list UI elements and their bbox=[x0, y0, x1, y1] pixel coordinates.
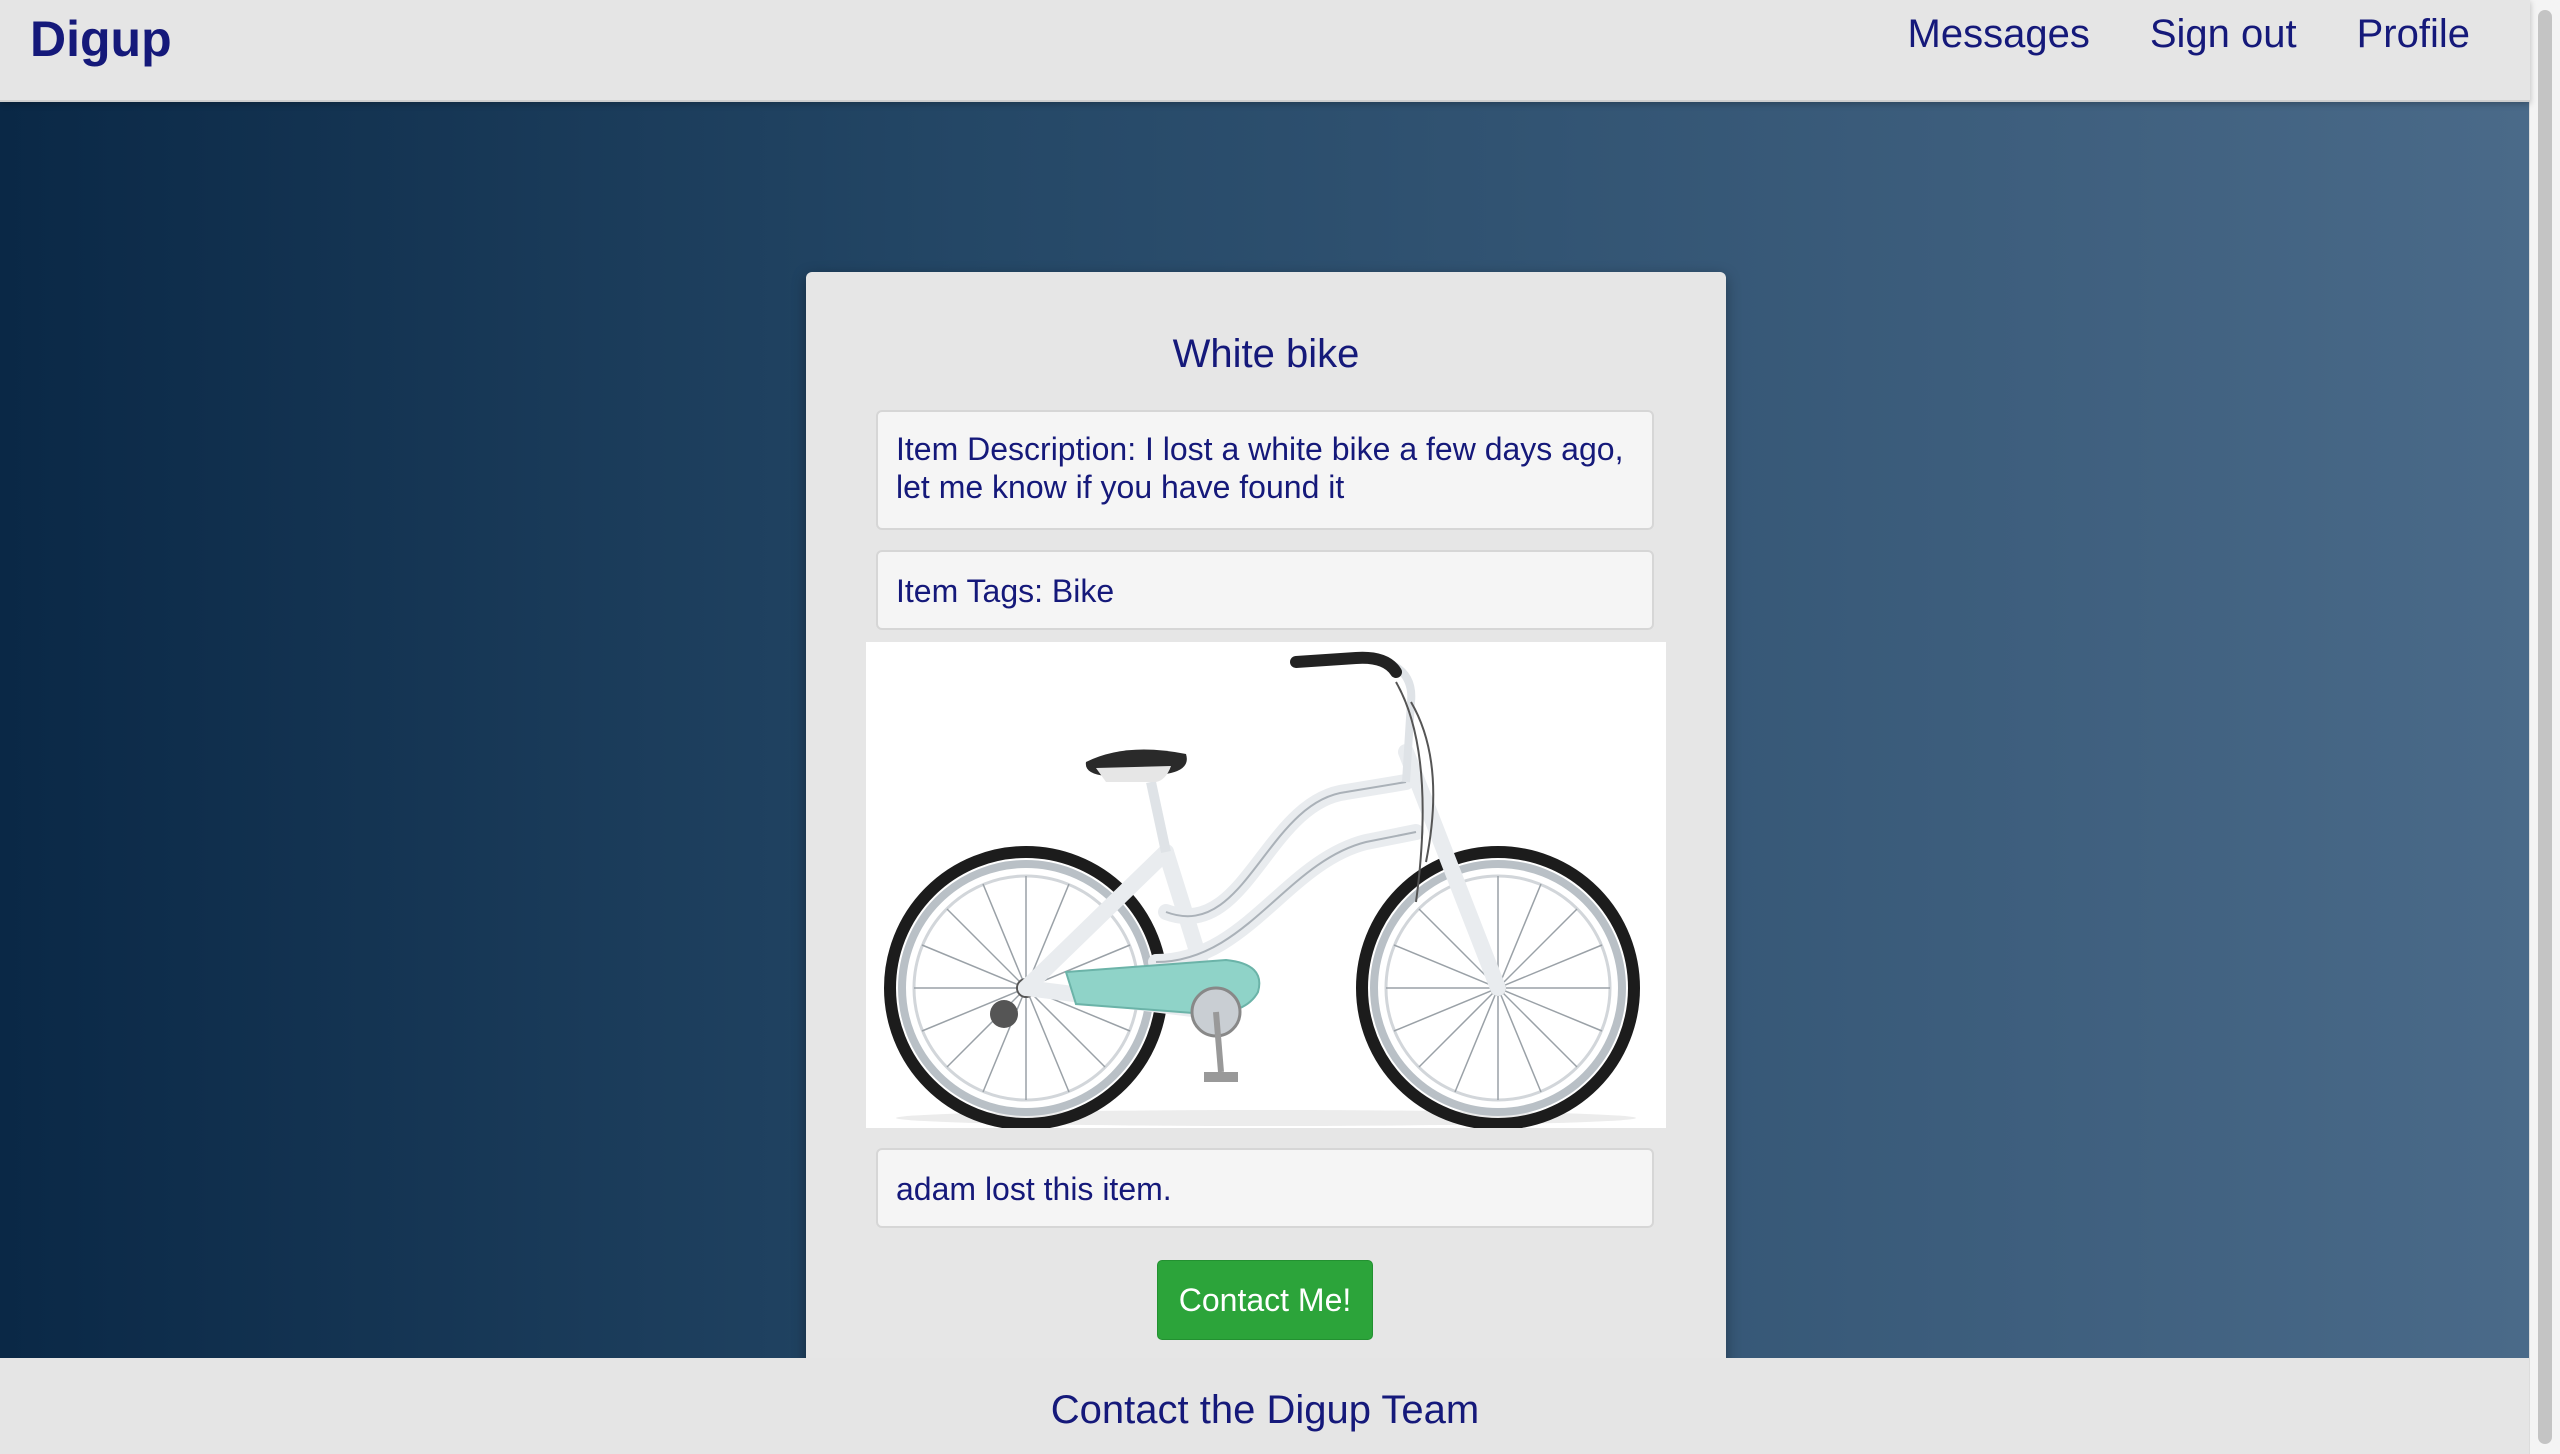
page-scrollbar[interactable] bbox=[2529, 0, 2560, 1454]
contact-me-button[interactable]: Contact Me! bbox=[1157, 1260, 1373, 1340]
item-tags: Item Tags: Bike bbox=[876, 550, 1654, 630]
nav-link-messages[interactable]: Messages bbox=[1908, 12, 2090, 57]
nav-links: Messages Sign out Profile bbox=[1908, 12, 2470, 57]
item-card: White bike Item Description: I lost a wh… bbox=[806, 272, 1726, 1400]
nav-link-sign-out[interactable]: Sign out bbox=[2150, 12, 2297, 57]
page-footer: Contact the Digup Team bbox=[0, 1358, 2530, 1454]
item-description: Item Description: I lost a white bike a … bbox=[876, 410, 1654, 530]
top-navbar: Digup Messages Sign out Profile bbox=[0, 0, 2530, 102]
nav-link-profile[interactable]: Profile bbox=[2357, 12, 2470, 57]
brand-logo-link[interactable]: Digup bbox=[30, 10, 172, 68]
bicycle-photo-icon bbox=[866, 642, 1666, 1130]
item-owner-note: adam lost this item. bbox=[876, 1148, 1654, 1228]
footer-contact-link[interactable]: Contact the Digup Team bbox=[0, 1388, 2530, 1433]
item-photo bbox=[866, 642, 1666, 1130]
main-background: White bike Item Description: I lost a wh… bbox=[0, 100, 2530, 1400]
item-title: White bike bbox=[1172, 332, 1360, 376]
scrollbar-thumb[interactable] bbox=[2538, 10, 2552, 1444]
